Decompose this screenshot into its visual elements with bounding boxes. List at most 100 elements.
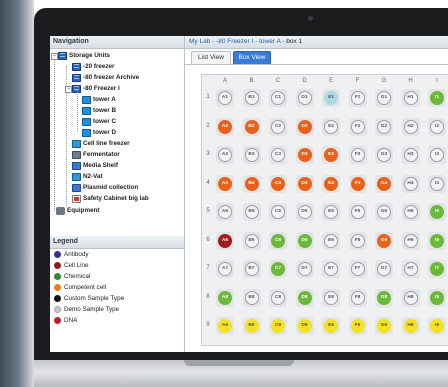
box-position[interactable]: G1 bbox=[375, 89, 393, 107]
sample-well[interactable]: A9 bbox=[218, 319, 232, 333]
box-position[interactable]: F9 bbox=[348, 317, 367, 335]
sample-well[interactable]: I4 bbox=[430, 176, 444, 191]
box-position[interactable]: H8 bbox=[401, 288, 420, 307]
box-position[interactable]: F2 bbox=[348, 117, 367, 136]
sample-well[interactable]: B1 bbox=[244, 91, 259, 105]
sample-well[interactable]: F3 bbox=[350, 148, 365, 162]
sample-well[interactable]: G5 bbox=[377, 205, 391, 219]
sample-well[interactable]: C6 bbox=[271, 233, 285, 248]
box-position[interactable]: C7 bbox=[269, 260, 287, 278]
box-position[interactable]: G4 bbox=[375, 174, 393, 193]
sample-well[interactable]: A7 bbox=[218, 262, 232, 276]
box-position[interactable]: A2 bbox=[216, 117, 234, 136]
box-position[interactable]: B6 bbox=[242, 231, 261, 250]
box-position[interactable]: F1 bbox=[348, 89, 367, 107]
tree-node[interactable]: Fermentator bbox=[72, 150, 120, 160]
sample-well[interactable]: E8 bbox=[324, 290, 338, 305]
sample-well[interactable]: F9 bbox=[350, 319, 365, 333]
breadcrumb-link[interactable]: My Lab bbox=[189, 38, 210, 45]
sample-well[interactable]: E7 bbox=[324, 262, 338, 276]
breadcrumb-link[interactable]: -80 Freezer I bbox=[216, 38, 253, 45]
sample-well[interactable]: E6 bbox=[324, 233, 338, 248]
sample-well[interactable]: A6 bbox=[218, 233, 232, 248]
box-position[interactable]: E7 bbox=[322, 260, 340, 278]
box-position[interactable]: B5 bbox=[242, 203, 261, 221]
tree-node[interactable]: N2-Vat bbox=[72, 172, 103, 182]
sample-well[interactable]: G8 bbox=[377, 290, 391, 305]
box-position[interactable]: A3 bbox=[216, 146, 234, 164]
box-position[interactable]: I9 bbox=[428, 317, 446, 335]
tab-box-view[interactable]: Box View bbox=[233, 51, 271, 64]
box-position[interactable]: G3 bbox=[375, 146, 393, 164]
box-position[interactable]: H1 bbox=[401, 89, 420, 107]
box-position[interactable]: A6 bbox=[216, 231, 234, 250]
tree-node[interactable]: tower C bbox=[82, 117, 116, 127]
box-position[interactable]: D6 bbox=[295, 231, 314, 250]
box-position[interactable]: D8 bbox=[295, 288, 314, 307]
box-position[interactable]: C1 bbox=[269, 89, 287, 107]
box-position[interactable]: A9 bbox=[216, 317, 234, 335]
box-position[interactable]: E5 bbox=[322, 203, 340, 221]
sample-well[interactable]: G4 bbox=[377, 176, 391, 191]
sample-well[interactable]: H4 bbox=[403, 176, 418, 191]
box-position[interactable]: E4 bbox=[322, 174, 340, 193]
box-position[interactable]: D2 bbox=[295, 117, 314, 136]
box-position[interactable]: C2 bbox=[269, 117, 287, 136]
tree-node[interactable]: -80 Freezer I bbox=[72, 84, 120, 94]
sample-well[interactable]: E5 bbox=[324, 205, 338, 219]
box-position[interactable]: I3 bbox=[428, 146, 446, 164]
box-position[interactable]: F7 bbox=[348, 260, 367, 278]
box-position[interactable]: A8 bbox=[216, 288, 234, 307]
sample-well[interactable]: B9 bbox=[244, 319, 259, 333]
box-position[interactable]: D7 bbox=[295, 260, 314, 278]
box-position[interactable]: H7 bbox=[401, 260, 420, 278]
box-position[interactable]: G8 bbox=[375, 288, 393, 307]
sample-well[interactable]: I2 bbox=[430, 119, 444, 134]
sample-well[interactable]: G6 bbox=[377, 233, 391, 248]
box-position[interactable]: D1 bbox=[295, 89, 314, 107]
box-position[interactable]: F5 bbox=[348, 203, 367, 221]
sample-well[interactable]: B5 bbox=[244, 205, 259, 219]
sample-well[interactable]: A5 bbox=[218, 205, 232, 219]
box-position[interactable]: E1 bbox=[322, 89, 340, 107]
box-position[interactable]: I4 bbox=[428, 174, 446, 193]
sample-well[interactable]: D3 bbox=[297, 148, 312, 162]
tree-node[interactable]: Safety Cabinet big lab bbox=[72, 194, 149, 204]
breadcrumb-link[interactable]: tower A bbox=[259, 38, 280, 45]
collapse-toggle-icon[interactable]: − bbox=[65, 86, 72, 93]
tree-node[interactable]: -20 freezer bbox=[72, 62, 115, 72]
sample-well[interactable]: C1 bbox=[271, 91, 285, 105]
box-position[interactable]: B2 bbox=[242, 117, 261, 136]
sample-well[interactable]: G7 bbox=[377, 262, 391, 276]
sample-well[interactable]: H9 bbox=[403, 319, 418, 333]
tree-node[interactable]: tower B bbox=[82, 106, 116, 116]
box-position[interactable]: F6 bbox=[348, 231, 367, 250]
box-position[interactable]: A1 bbox=[216, 89, 234, 107]
sample-well[interactable]: I8 bbox=[430, 290, 444, 305]
box-position[interactable]: I7 bbox=[428, 260, 446, 278]
sample-well[interactable]: C8 bbox=[271, 290, 285, 305]
box-position[interactable]: E8 bbox=[322, 288, 340, 307]
sample-well[interactable]: F8 bbox=[350, 290, 365, 305]
sample-well[interactable]: B8 bbox=[244, 290, 259, 305]
tree-node[interactable]: tower D bbox=[82, 128, 116, 138]
box-position[interactable]: G7 bbox=[375, 260, 393, 278]
sample-well[interactable]: B4 bbox=[244, 176, 259, 191]
sample-well[interactable]: F4 bbox=[350, 176, 365, 191]
sample-well[interactable]: I9 bbox=[430, 319, 444, 333]
box-position[interactable]: H3 bbox=[401, 146, 420, 164]
sample-well[interactable]: D1 bbox=[297, 91, 312, 105]
sample-well[interactable]: I7 bbox=[430, 262, 444, 276]
sample-well[interactable]: G2 bbox=[377, 119, 391, 134]
box-position[interactable]: I8 bbox=[428, 288, 446, 307]
sample-well[interactable]: F5 bbox=[350, 205, 365, 219]
box-position[interactable]: C9 bbox=[269, 317, 287, 335]
box-position[interactable]: D9 bbox=[295, 317, 314, 335]
box-position[interactable]: C4 bbox=[269, 174, 287, 193]
box-position[interactable]: B1 bbox=[242, 89, 261, 107]
sample-well[interactable]: I6 bbox=[430, 233, 444, 248]
box-position[interactable]: B9 bbox=[242, 317, 261, 335]
sample-well[interactable]: D6 bbox=[297, 233, 312, 248]
box-position[interactable]: G5 bbox=[375, 203, 393, 221]
box-position[interactable]: B8 bbox=[242, 288, 261, 307]
